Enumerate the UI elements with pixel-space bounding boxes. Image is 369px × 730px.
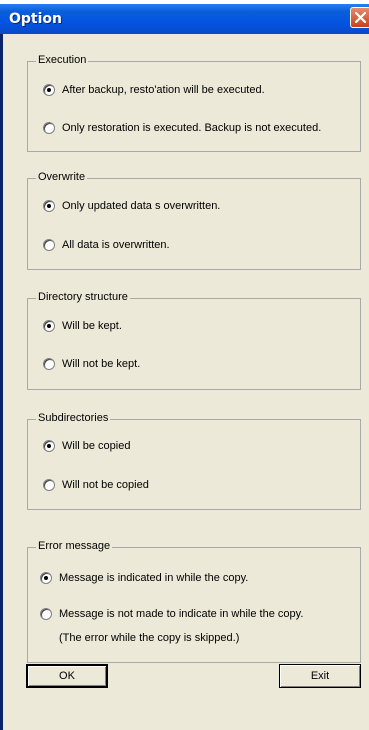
title-bar[interactable]: Option — [0, 4, 369, 34]
radio-indicator[interactable] — [40, 608, 52, 620]
radio-only-restoration[interactable]: Only restoration is executed. Backup is … — [43, 120, 321, 136]
radio-will-be-kept[interactable]: Will be kept. — [43, 318, 122, 334]
radio-message-not-indicated[interactable]: Message is not made to indicate in while… — [40, 606, 303, 622]
radio-only-updated[interactable]: Only updated data s overwritten. — [43, 198, 220, 214]
radio-label: Will be copied — [62, 440, 131, 452]
close-button[interactable] — [350, 7, 369, 28]
group-title-error: Error message — [36, 540, 113, 552]
radio-will-not-be-copied[interactable]: Will not be copied — [43, 477, 149, 493]
option-dialog: Option Execution After backup, resto'ati… — [0, 4, 369, 730]
radio-message-indicated[interactable]: Message is indicated in while the copy. — [40, 570, 248, 586]
error-note: (The error while the copy is skipped.) — [59, 632, 240, 644]
radio-indicator[interactable] — [43, 122, 55, 134]
radio-label: Will not be copied — [62, 479, 149, 491]
radio-will-be-copied[interactable]: Will be copied — [43, 438, 130, 454]
group-title-directory: Directory structure — [36, 291, 130, 303]
radio-indicator[interactable] — [43, 358, 55, 370]
ok-button[interactable]: OK — [26, 664, 108, 688]
exit-button[interactable]: Exit — [279, 664, 361, 688]
radio-indicator[interactable] — [43, 320, 55, 332]
radio-label: Will be kept. — [62, 320, 122, 332]
close-icon — [355, 12, 366, 23]
radio-all-data[interactable]: All data is overwritten. — [43, 237, 170, 253]
radio-will-not-be-kept[interactable]: Will not be kept. — [43, 356, 140, 372]
radio-indicator[interactable] — [40, 572, 52, 584]
group-overwrite: Overwrite Only updated data s overwritte… — [27, 171, 361, 270]
radio-label: Message is not made to indicate in while… — [59, 608, 304, 620]
group-title-overwrite: Overwrite — [36, 171, 88, 183]
radio-label: Message is indicated in while the copy. — [59, 572, 249, 584]
group-execution: Execution After backup, resto'ation will… — [27, 54, 361, 152]
radio-label: All data is overwritten. — [62, 239, 170, 251]
radio-label: Will not be kept. — [62, 358, 141, 370]
group-title-execution: Execution — [36, 54, 89, 66]
radio-indicator[interactable] — [43, 440, 55, 452]
radio-label: Only restoration is executed. Backup is … — [62, 122, 322, 134]
radio-indicator[interactable] — [43, 84, 55, 96]
radio-indicator[interactable] — [43, 200, 55, 212]
group-directory-structure: Directory structure Will be kept. Will n… — [27, 291, 361, 390]
radio-indicator[interactable] — [43, 239, 55, 251]
radio-label: After backup, resto'ation will be execut… — [62, 84, 265, 96]
radio-label: Only updated data s overwritten. — [62, 200, 221, 212]
window-title: Option — [9, 11, 62, 27]
radio-indicator[interactable] — [43, 479, 55, 491]
group-subdirectories: Subdirectories Will be copied Will not b… — [27, 412, 361, 510]
group-title-subdirectories: Subdirectories — [36, 412, 111, 424]
radio-after-backup[interactable]: After backup, resto'ation will be execut… — [43, 82, 265, 98]
group-error-message: Error message Message is indicated in wh… — [27, 540, 361, 663]
